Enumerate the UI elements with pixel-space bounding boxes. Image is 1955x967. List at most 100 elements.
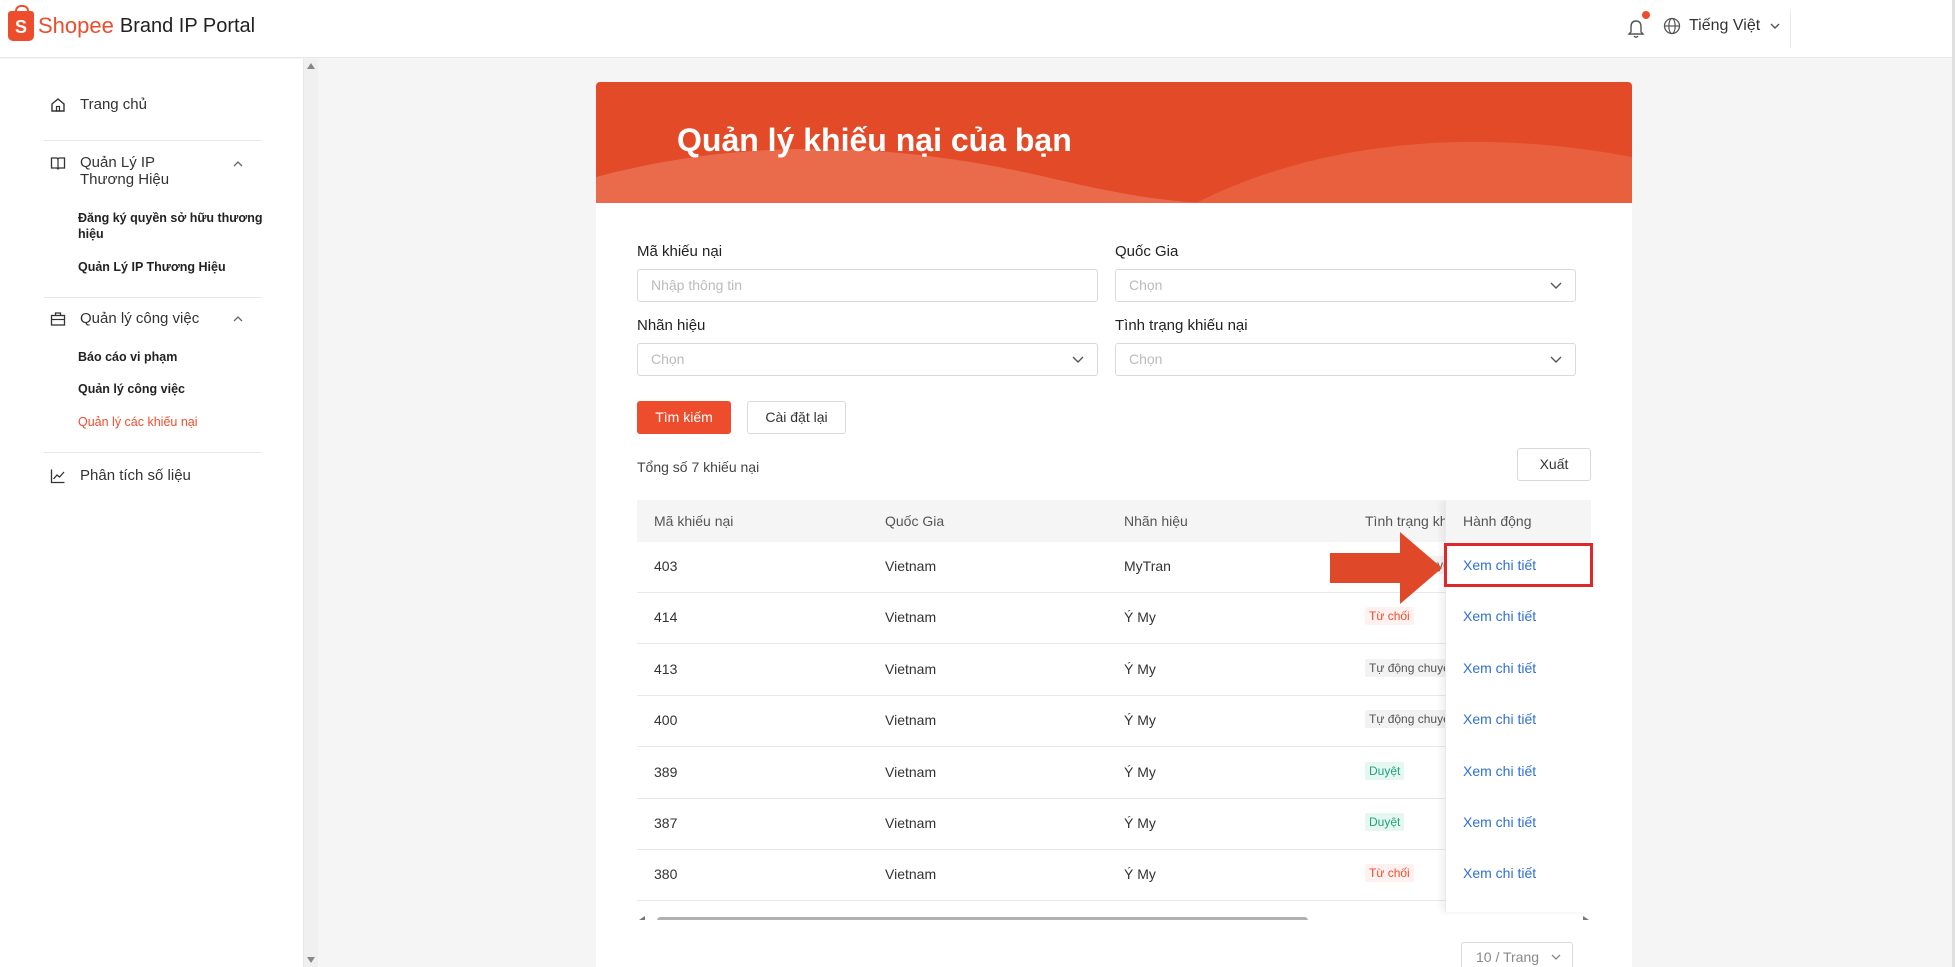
status-badge: Từ chối <box>1365 607 1414 626</box>
table-row: 400 Vietnam Ý My Tự động chuyển <box>637 696 1573 748</box>
cell-complaint-id: 380 <box>654 866 678 883</box>
cell-country: Vietnam <box>885 763 937 780</box>
portal-name: Brand IP Portal <box>119 14 256 37</box>
cell-brand: Ý My <box>1124 609 1156 626</box>
cell-complaint-id: 400 <box>654 712 678 729</box>
search-button[interactable]: Tìm kiếm <box>637 401 731 434</box>
cell-country: Vietnam <box>885 558 937 574</box>
sidebar-divider <box>44 140 262 141</box>
annotation-highlight-box <box>1444 543 1593 587</box>
cell-country: Vietnam <box>885 866 937 883</box>
sidebar-group-label: Quản Lý IP Thương Hiệu <box>80 154 170 188</box>
chevron-down-icon <box>1550 282 1562 289</box>
language-label: Tiếng Việt <box>1689 17 1761 34</box>
status-select[interactable]: Chọn <box>1115 343 1576 376</box>
sidebar-group-label: Quản lý công việc <box>80 310 200 327</box>
shopee-logo[interactable]: S Shopee Brand IP Portal <box>8 5 256 41</box>
country-placeholder: Chọn <box>1129 277 1163 293</box>
briefcase-icon <box>50 312 66 326</box>
status-label: Tình trạng khiếu nại <box>1115 317 1248 334</box>
sidebar-item-work-management[interactable]: Quản lý công việc <box>78 381 185 397</box>
column-header-id: Mã khiếu nại <box>654 513 734 529</box>
sidebar-group-work[interactable]: Quản lý công việc <box>50 310 199 327</box>
cell-country: Vietnam <box>885 660 937 677</box>
status-badge: Tự động chuyển <box>1365 658 1449 677</box>
sidebar-item-violation-report[interactable]: Báo cáo vi phạm <box>78 349 177 365</box>
top-header: S Shopee Brand IP Portal Tiếng Việt <box>0 0 1955 58</box>
page-banner: Quản lý khiếu nại của bạn <box>596 82 1632 203</box>
scroll-left-arrow[interactable] <box>639 916 645 920</box>
cell-brand: MyTran <box>1124 558 1171 574</box>
view-detail-link[interactable]: Xem chi tiết <box>1463 608 1536 624</box>
chart-line-icon <box>50 469 65 484</box>
sidebar-group-brand-ip[interactable]: Quản Lý IP Thương Hiệu <box>50 154 210 188</box>
cell-complaint-id: 403 <box>654 558 678 574</box>
sidebar-scrollbar[interactable] <box>303 59 318 967</box>
cell-brand: Ý My <box>1124 866 1156 883</box>
sidebar-item-label: Trang chủ <box>80 96 147 113</box>
page-size-label: 10 / Trang <box>1476 949 1540 965</box>
column-header-brand: Nhãn hiệu <box>1124 513 1188 529</box>
chevron-up-icon[interactable] <box>232 313 244 325</box>
book-icon <box>50 157 66 170</box>
sidebar-item-analytics[interactable]: Phân tích số liệu <box>50 467 191 484</box>
column-header-country: Quốc Gia <box>885 513 945 529</box>
sidebar: Trang chủ Quản Lý IP Thương Hiệu Đăng ký… <box>0 59 303 967</box>
complaints-card: Quản lý khiếu nại của bạn Mã khiếu nại N… <box>596 82 1632 967</box>
scroll-up-arrow[interactable] <box>307 63 315 69</box>
page-title: Quản lý khiếu nại của bạn <box>677 122 1072 158</box>
view-detail-link[interactable]: Xem chi tiết <box>1463 763 1536 779</box>
country-label: Quốc Gia <box>1115 243 1179 260</box>
globe-icon <box>1663 17 1681 35</box>
header-divider <box>1790 10 1791 48</box>
sidebar-item-home[interactable]: Trang chủ <box>50 96 147 113</box>
export-button[interactable]: Xuất <box>1517 448 1591 481</box>
view-detail-link[interactable]: Xem chi tiết <box>1463 814 1536 830</box>
view-detail-link[interactable]: Xem chi tiết <box>1463 865 1536 881</box>
sidebar-item-manage-ip[interactable]: Quản Lý IP Thương Hiệu <box>78 259 226 275</box>
table-horizontal-scrollbar[interactable] <box>637 914 1591 920</box>
status-badge: Từ chối <box>1365 864 1414 883</box>
sidebar-item-label: Phân tích số liệu <box>80 467 191 484</box>
sidebar-divider <box>44 452 262 453</box>
language-selector[interactable]: Tiếng Việt <box>1663 17 1782 35</box>
total-count: Tổng số 7 khiếu nại <box>637 459 760 475</box>
cell-complaint-id: 414 <box>654 609 678 626</box>
reset-button[interactable]: Cài đặt lại <box>747 401 846 434</box>
cell-country: Vietnam <box>885 815 937 831</box>
status-placeholder: Chọn <box>1129 351 1163 367</box>
chevron-down-icon <box>1551 954 1561 960</box>
brand-select[interactable]: Chọn <box>637 343 1098 376</box>
brand-label: Nhãn hiệu <box>637 317 706 334</box>
cell-brand: Ý My <box>1124 712 1156 729</box>
country-select[interactable]: Chọn <box>1115 269 1576 302</box>
cell-complaint-id: 389 <box>654 763 678 780</box>
complaint-id-label: Mã khiếu nại <box>637 243 723 260</box>
shopee-bag-icon: S <box>8 5 34 41</box>
sidebar-item-register-ip[interactable]: Đăng ký quyền sở hữu thương hiệu <box>78 210 263 242</box>
bell-icon[interactable] <box>1627 19 1645 39</box>
complaint-id-input[interactable]: Nhập thông tin <box>637 269 1098 302</box>
logo-brand-text: Shopee <box>38 13 114 38</box>
scrollbar-thumb[interactable] <box>657 917 1308 920</box>
column-header-action: Hành động <box>1446 500 1591 542</box>
annotation-arrow <box>1330 532 1442 604</box>
sidebar-item-complaints[interactable]: Quản lý các khiếu nại <box>78 414 198 430</box>
table-row: 389 Vietnam Ý My Duyệt <box>637 748 1573 799</box>
sidebar-divider <box>44 297 262 298</box>
cell-brand: Ý My <box>1124 660 1156 677</box>
scroll-right-arrow[interactable] <box>1583 916 1589 920</box>
scroll-down-arrow[interactable] <box>307 957 315 963</box>
table-row: 380 Vietnam Ý My Từ chối <box>637 850 1573 902</box>
cell-country: Vietnam <box>885 712 937 729</box>
status-badge: Tự động chuyển <box>1365 710 1449 729</box>
chevron-up-icon[interactable] <box>232 158 244 170</box>
table-row: 413 Vietnam Ý My Tự động chuyển <box>637 645 1573 696</box>
cell-complaint-id: 413 <box>654 660 678 677</box>
page-size-select[interactable]: 10 / Trang <box>1461 942 1573 967</box>
view-detail-link[interactable]: Xem chi tiết <box>1463 711 1536 727</box>
view-detail-link[interactable]: Xem chi tiết <box>1463 660 1536 676</box>
notification-dot <box>1642 11 1650 19</box>
status-badge: Duyệt <box>1365 813 1405 831</box>
cell-brand: Ý My <box>1124 815 1156 831</box>
